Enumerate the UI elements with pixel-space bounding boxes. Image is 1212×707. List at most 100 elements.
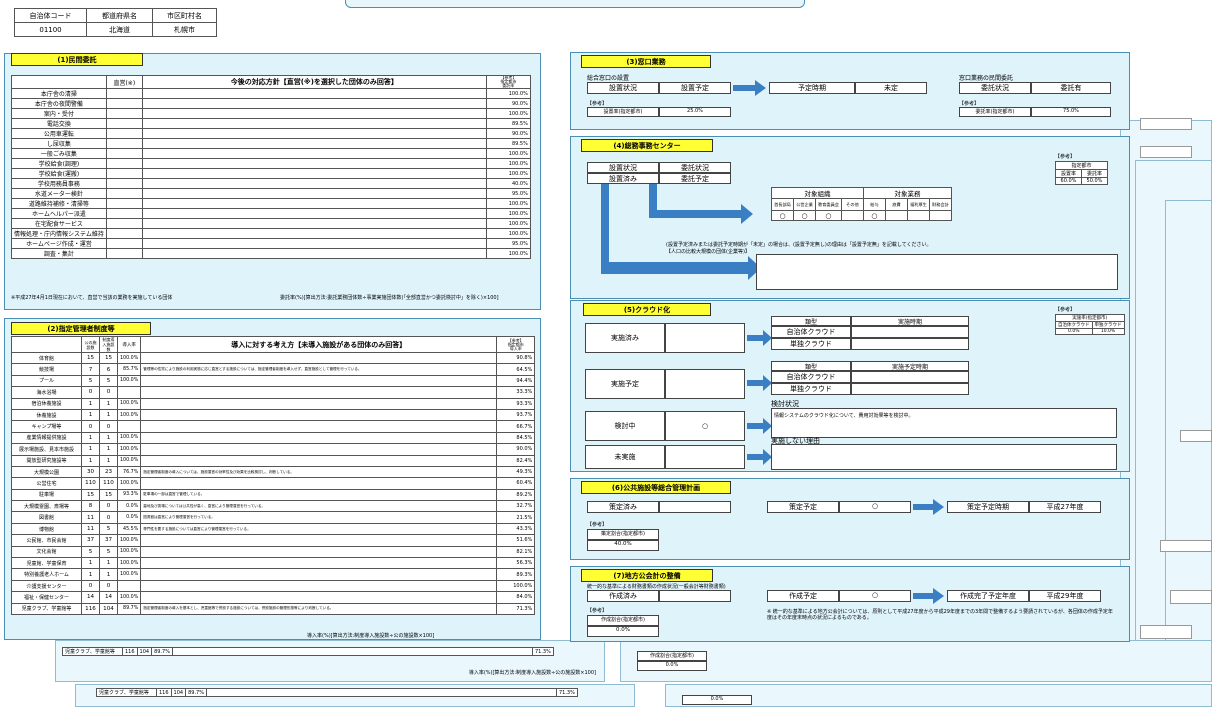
opinion-cell[interactable]: 指定管理者制度の導入については、施設運営の効率性及び効果を比較検討し、判断してい… xyxy=(140,465,498,479)
chokuei-cell[interactable] xyxy=(105,248,143,259)
policy-cell[interactable] xyxy=(141,128,487,139)
chokuei-cell[interactable] xyxy=(105,88,143,99)
policy-cell[interactable] xyxy=(141,148,487,159)
opinion-cell[interactable]: 図書館は直営により管理運営を行っている。 xyxy=(140,511,498,524)
opinion-cell[interactable]: 専門性を要する施設については直営により管理運営を行っている。 xyxy=(140,522,498,536)
chokuei-cell[interactable] xyxy=(105,188,143,199)
opinion-cell[interactable] xyxy=(140,454,498,467)
policy-cell[interactable] xyxy=(141,108,487,119)
chokuei-cell[interactable] xyxy=(105,108,143,119)
introduced-count: 1 xyxy=(99,568,118,581)
ref-pct: 89.5% xyxy=(485,118,531,129)
col-chokuei: 直営(※) xyxy=(105,75,143,89)
policy-cell[interactable] xyxy=(141,168,487,179)
policy-cell[interactable] xyxy=(141,238,487,249)
target-mark[interactable] xyxy=(840,210,864,221)
row-done-val xyxy=(665,323,745,353)
opinion-cell[interactable] xyxy=(140,374,498,388)
chokuei-cell[interactable] xyxy=(105,168,143,179)
opinion-cell[interactable] xyxy=(140,477,498,490)
row-name: 本庁舎の清掃 xyxy=(11,88,107,99)
introduced-count: 0 xyxy=(99,511,118,524)
col-policy: 今後の対応方針【直営(※)を選択した団体のみ回答】 xyxy=(141,75,487,89)
v-status: 設置予定 xyxy=(659,82,731,94)
opinion-cell[interactable] xyxy=(140,568,498,581)
sub-label-right: 窓口業務の民間委託 xyxy=(959,75,1014,82)
opinion-cell[interactable] xyxy=(140,591,498,604)
chokuei-cell[interactable] xyxy=(105,198,143,209)
chokuei-cell[interactable] xyxy=(105,148,143,159)
policy-cell[interactable] xyxy=(141,178,487,189)
introduced-count: 5 xyxy=(99,374,118,388)
row-name: 調査・集計 xyxy=(11,248,107,259)
type-tandoku: 単独クラウド xyxy=(771,383,851,395)
intro-rate: 100.0% xyxy=(116,443,142,456)
opinion-cell[interactable] xyxy=(140,397,498,410)
opinion-cell[interactable] xyxy=(140,351,498,365)
chokuei-cell[interactable] xyxy=(105,128,143,139)
chokuei-cell[interactable] xyxy=(105,218,143,229)
chokuei-cell[interactable] xyxy=(105,98,143,109)
opinion-cell[interactable] xyxy=(140,443,498,456)
chokuei-cell[interactable] xyxy=(105,178,143,189)
target-mark[interactable]: ○ xyxy=(815,210,842,221)
chokuei-cell[interactable] xyxy=(105,238,143,249)
intro-rate xyxy=(116,579,142,593)
policy-cell[interactable] xyxy=(141,188,487,199)
opinion-cell[interactable] xyxy=(140,431,498,445)
ref-label: 【参考】 xyxy=(587,101,608,107)
opinion-cell[interactable] xyxy=(140,579,498,593)
target-mark[interactable]: ○ xyxy=(771,210,794,221)
policy-cell[interactable] xyxy=(141,88,487,99)
chokuei-cell[interactable] xyxy=(105,228,143,239)
opinion-cell[interactable] xyxy=(140,408,498,422)
facility-count: 1 xyxy=(81,557,100,570)
chokuei-cell[interactable] xyxy=(105,208,143,219)
opinion-cell[interactable] xyxy=(140,545,498,559)
opinion-cell[interactable] xyxy=(140,386,498,399)
target-mark[interactable]: ○ xyxy=(862,210,886,221)
introduced-count: 5 xyxy=(99,522,118,536)
opinion-cell[interactable]: 駐車場の一部は直営で管理している。 xyxy=(140,488,498,502)
opinion-cell[interactable]: 指定管理者制度の導入を基本とし、児童館等で併設する施設については、併設施設の管理… xyxy=(140,602,498,616)
opinion-cell[interactable] xyxy=(140,534,498,547)
outsourcing-row: 学校給食(調理) 100.0% xyxy=(11,158,531,169)
h-plan: 作成予定 xyxy=(767,590,839,602)
intro-rate: 100.0% xyxy=(116,454,142,467)
when-tandoku xyxy=(851,338,969,350)
mijisshi-box[interactable] xyxy=(771,444,1117,470)
policy-cell[interactable] xyxy=(141,98,487,109)
target-mark[interactable] xyxy=(906,210,930,221)
opinion-cell[interactable] xyxy=(140,420,498,433)
section-designated-manager: (2)指定管理者制度等 公の施設数 制度導入施設数 導入率 導入に対する考え方【… xyxy=(4,318,541,640)
intro-rate: 45.5% xyxy=(116,522,142,536)
policy-cell[interactable] xyxy=(141,118,487,129)
h-time: 作成完了予定年度 xyxy=(947,590,1029,602)
facility-name: 児童クラブ、学童館等 xyxy=(11,602,82,616)
header-col-code: 自治体コード xyxy=(14,8,87,23)
ref-pct: 100.0% xyxy=(485,208,531,219)
reason-box[interactable] xyxy=(756,254,1118,290)
chokuei-cell[interactable] xyxy=(105,138,143,149)
opinion-cell[interactable]: 管理等の性質により施設の利用実態に応じ直営とする施設については、指定管理者制度を… xyxy=(140,363,498,376)
facility-count: 14 xyxy=(81,591,100,604)
policy-cell[interactable] xyxy=(141,198,487,209)
target-mark[interactable] xyxy=(928,210,952,221)
policy-cell[interactable] xyxy=(141,138,487,149)
chokuei-cell[interactable] xyxy=(105,158,143,169)
policy-cell[interactable] xyxy=(141,218,487,229)
opinion-cell[interactable]: 墓地及び斎場については公共性が高く、直営により管理運営を行っている。 xyxy=(140,500,498,513)
opinion-cell[interactable] xyxy=(140,557,498,570)
policy-cell[interactable] xyxy=(141,228,487,239)
policy-cell[interactable] xyxy=(141,158,487,169)
policy-cell[interactable] xyxy=(141,208,487,219)
header-col-pref: 都道府県名 xyxy=(86,8,153,23)
kento-box[interactable]: 情報システムのクラウド化について、費用対効果等を検討中。 xyxy=(771,408,1117,438)
row-name: 学校給食(調理) xyxy=(11,158,107,169)
target-mark[interactable]: ○ xyxy=(793,210,816,221)
chokuei-cell[interactable] xyxy=(105,118,143,129)
ref-rate: 100.0% xyxy=(496,579,536,593)
policy-cell[interactable] xyxy=(141,248,487,259)
foot-right: 委託率(%)[算出方法:委託業務団体数÷事業実施団体数(「全部直営かつ委託検討中… xyxy=(280,295,499,301)
target-mark[interactable] xyxy=(884,210,908,221)
